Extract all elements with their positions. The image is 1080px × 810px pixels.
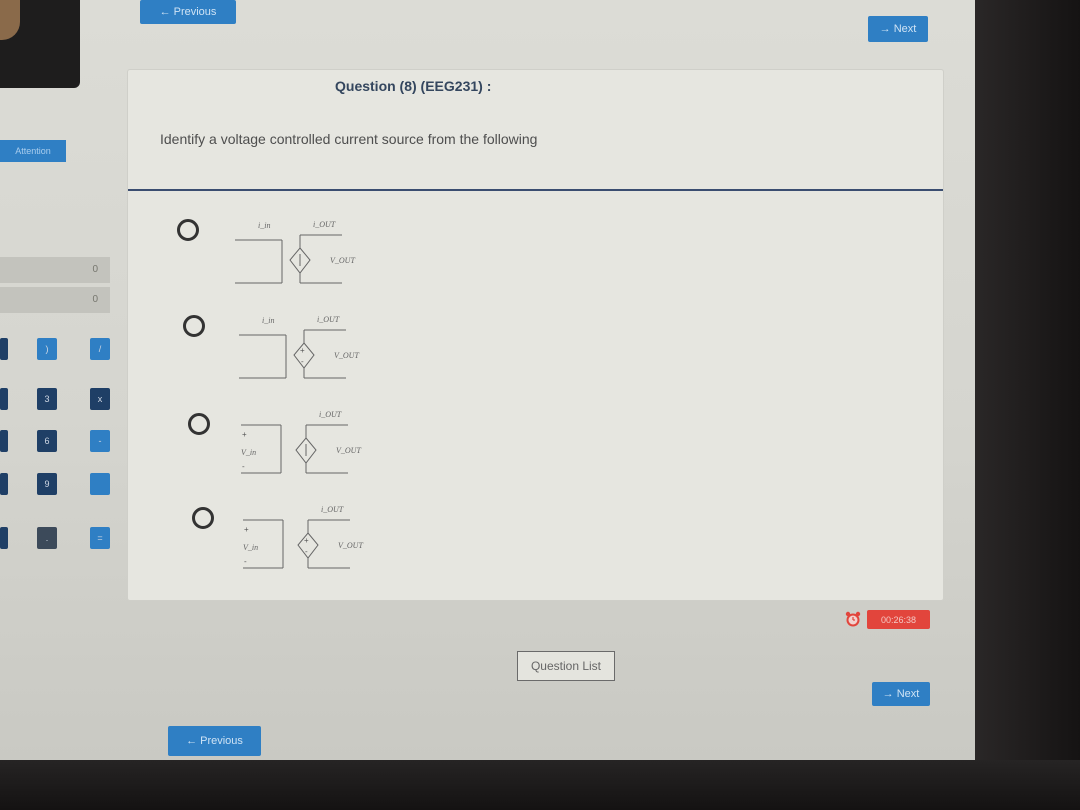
calc-key-minus[interactable]: - bbox=[90, 430, 110, 452]
option-2-output-voltage: V_OUT bbox=[334, 351, 359, 360]
calculator-result: 0 bbox=[0, 287, 110, 313]
calc-key-9[interactable]: 9 bbox=[37, 473, 57, 495]
next-button-top[interactable]: → Next bbox=[868, 16, 928, 42]
option-1-output-current: i_OUT bbox=[313, 220, 336, 229]
question-title: Question (8) (EEG231) : bbox=[335, 78, 492, 94]
calc-key-close-paren[interactable]: ) bbox=[37, 338, 57, 360]
option-4-circuit-diagram: + - + - V_in i_OUT V_OUT bbox=[243, 505, 363, 569]
monitor-bezel-bottom bbox=[0, 760, 1080, 810]
option-3-output-voltage: V_OUT bbox=[336, 446, 361, 455]
calc-key-multiply[interactable]: x bbox=[90, 388, 110, 410]
exam-screen: ← Previous → Next Attention 0 0 ) / 3 x … bbox=[0, 0, 975, 760]
calc-key-edge[interactable] bbox=[0, 473, 8, 495]
svg-text:-: - bbox=[244, 557, 247, 566]
calc-key-edge[interactable] bbox=[0, 527, 8, 549]
alarm-clock-icon bbox=[845, 611, 861, 627]
calc-key-dot[interactable]: . bbox=[37, 527, 57, 549]
calc-key-divide[interactable]: / bbox=[90, 338, 110, 360]
previous-button-bottom[interactable]: ← Previous bbox=[168, 726, 261, 756]
option-4-radio[interactable] bbox=[192, 507, 214, 529]
attention-button[interactable]: Attention bbox=[0, 140, 66, 162]
monitor-bezel-right bbox=[975, 0, 1080, 810]
calc-key-3[interactable]: 3 bbox=[37, 388, 57, 410]
calc-key-equals[interactable]: = bbox=[90, 527, 110, 549]
option-4-input-label: V_in bbox=[243, 543, 258, 552]
webcam-preview bbox=[0, 0, 80, 88]
question-text: Identify a voltage controlled current so… bbox=[160, 131, 538, 147]
svg-text:+: + bbox=[304, 536, 309, 545]
question-list-button[interactable]: Question List bbox=[517, 651, 615, 681]
option-3-input-label: V_in bbox=[241, 448, 256, 457]
calc-key-edge[interactable] bbox=[0, 338, 8, 360]
svg-text:-: - bbox=[301, 357, 304, 366]
question-divider bbox=[128, 189, 943, 191]
svg-text:-: - bbox=[242, 462, 245, 471]
option-2-input-label: i_in bbox=[262, 316, 274, 325]
option-1-output-voltage: V_OUT bbox=[330, 256, 355, 265]
calculator-display: 0 bbox=[0, 257, 110, 283]
option-3-circuit-diagram: + - V_in i_OUT V_OUT bbox=[241, 410, 361, 474]
option-1-circuit-diagram: i_in i_OUT V_OUT bbox=[235, 220, 355, 284]
next-button-bottom[interactable]: → Next bbox=[872, 682, 930, 706]
option-2-circuit-diagram: + - i_in i_OUT V_OUT bbox=[239, 315, 359, 379]
option-3-output-current: i_OUT bbox=[319, 410, 342, 419]
calc-key-6[interactable]: 6 bbox=[37, 430, 57, 452]
calc-key-plus[interactable] bbox=[90, 473, 110, 495]
svg-text:+: + bbox=[300, 346, 305, 355]
option-4-output-current: i_OUT bbox=[321, 505, 344, 514]
countdown-timer: 00:26:38 bbox=[867, 610, 930, 629]
calc-key-edge[interactable] bbox=[0, 430, 8, 452]
option-1-radio[interactable] bbox=[177, 219, 199, 241]
previous-button-top[interactable]: ← Previous bbox=[140, 0, 236, 24]
option-4-output-voltage: V_OUT bbox=[338, 541, 363, 550]
option-3-radio[interactable] bbox=[188, 413, 210, 435]
option-1-input-label: i_in bbox=[258, 221, 270, 230]
svg-text:-: - bbox=[305, 547, 308, 556]
svg-text:+: + bbox=[244, 525, 249, 534]
svg-text:+: + bbox=[242, 430, 247, 439]
option-2-radio[interactable] bbox=[183, 315, 205, 337]
calc-key-edge[interactable] bbox=[0, 388, 8, 410]
option-2-output-current: i_OUT bbox=[317, 315, 340, 324]
